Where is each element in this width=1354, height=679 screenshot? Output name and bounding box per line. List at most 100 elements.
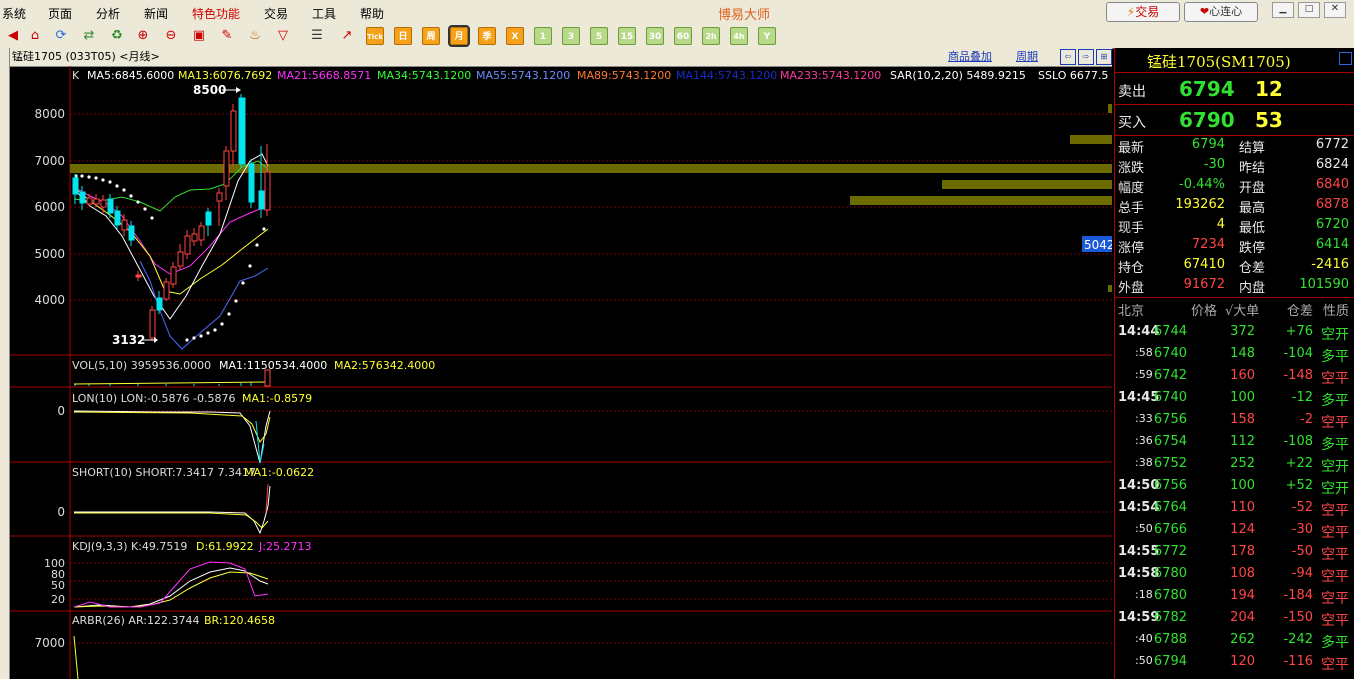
- trade-button[interactable]: ⚡交易: [1106, 2, 1180, 22]
- 4h-button[interactable]: 4h: [730, 27, 748, 45]
- day-button[interactable]: 日: [394, 27, 412, 45]
- menu-page[interactable]: 页面: [48, 5, 72, 22]
- arbr-label: ARBR(26) AR:122.3744: [72, 614, 199, 627]
- price-panel-label: K: [72, 69, 80, 82]
- stat-label: 涨停: [1118, 241, 1145, 256]
- overlay-link[interactable]: 商品叠加: [948, 48, 992, 66]
- menu-tools[interactable]: 工具: [312, 5, 336, 22]
- stat-label: 内盘: [1239, 281, 1266, 296]
- 5min-button[interactable]: 5: [590, 27, 608, 45]
- buy-volume: 53: [1255, 108, 1283, 132]
- season-button[interactable]: 季: [478, 27, 496, 45]
- menu-bar: 系统 页面 分析 新闻 特色功能 交易 工具 帮助 博易大师 ⚡交易 ❤心连心 …: [0, 0, 1354, 25]
- filter-icon[interactable]: ▽: [274, 27, 292, 45]
- tick-vol: 160: [1230, 368, 1255, 383]
- 3min-button[interactable]: 3: [562, 27, 580, 45]
- minimize-button[interactable]: ▁: [1272, 2, 1294, 18]
- tick-vol: 252: [1230, 456, 1255, 471]
- cycle-icon[interactable]: ♻: [108, 27, 126, 45]
- tick-row: 14:44 6744 372 +76 空开: [1115, 321, 1354, 343]
- sar-label: SAR(10,2,20) 5489.9215: [890, 69, 1026, 82]
- tick-button[interactable]: Tick: [366, 27, 384, 45]
- tick-nature: 空开: [1321, 327, 1349, 343]
- tick-vol: 372: [1230, 324, 1255, 339]
- close-button[interactable]: ✕: [1324, 2, 1346, 18]
- layout-icon[interactable]: ⊞: [1096, 49, 1112, 65]
- week-button[interactable]: 周: [422, 27, 440, 45]
- scroll-right-icon[interactable]: ⇨: [1078, 49, 1094, 65]
- period-link[interactable]: 周期: [1016, 48, 1038, 66]
- left-side-tabs[interactable]: [0, 48, 10, 679]
- tick-row: :50 6766 124 -30 空平: [1115, 519, 1354, 541]
- ma13-label: MA13:6076.7692: [178, 69, 272, 82]
- lon-label: LON(10) LON:-0.5876 -0.5876: [72, 392, 235, 405]
- stat-value: 7234: [1191, 237, 1225, 252]
- back-icon[interactable]: ◀: [4, 27, 22, 45]
- refresh-icon[interactable]: ⟳: [52, 27, 70, 45]
- tick-price: 6788: [1153, 632, 1187, 647]
- price-tick-4000: 4000: [34, 293, 65, 307]
- tick-diff: -150: [1283, 610, 1313, 625]
- price-tick-5000: 5000: [34, 247, 65, 261]
- tick-diff: -52: [1291, 500, 1313, 515]
- menu-trade[interactable]: 交易: [264, 5, 288, 22]
- tick-price: 6756: [1153, 412, 1187, 427]
- tick-diff: -104: [1283, 346, 1313, 361]
- stat-label: 昨结: [1239, 161, 1266, 176]
- ticks-header-volume: √大单: [1225, 304, 1260, 319]
- stat-value: 101590: [1299, 277, 1349, 292]
- menu-system[interactable]: 系统: [2, 5, 26, 22]
- chart-icon[interactable]: ↗: [338, 27, 356, 45]
- arbr-br-label: BR:120.4658: [204, 614, 275, 627]
- zoom-out-icon[interactable]: ⊖: [162, 27, 180, 45]
- chart-area[interactable]: 锰硅1705 (033T05) <月线> 商品叠加 周期 ⇦ ⇨ ⊞ 8000 …: [10, 48, 1112, 679]
- home-icon[interactable]: ⌂: [26, 27, 44, 45]
- ma5-label: MA5:6845.6000: [87, 69, 174, 82]
- month-button[interactable]: 月: [448, 25, 470, 47]
- ma34-label: MA34:5743.1200: [377, 69, 471, 82]
- scroll-left-icon[interactable]: ⇦: [1060, 49, 1076, 65]
- menu-analysis[interactable]: 分析: [96, 5, 120, 22]
- 1min-button[interactable]: 1: [534, 27, 552, 45]
- tick-diff: -116: [1283, 654, 1313, 669]
- 15min-button[interactable]: 15: [618, 27, 636, 45]
- quote-expand-icon[interactable]: [1339, 52, 1352, 65]
- tick-vol: 178: [1230, 544, 1255, 559]
- stat-value: 6720: [1315, 217, 1349, 232]
- year-button[interactable]: Y: [758, 27, 776, 45]
- tick-vol: 204: [1230, 610, 1255, 625]
- tick-price: 6794: [1153, 654, 1187, 669]
- tick-price: 6780: [1153, 588, 1187, 603]
- tick-row: 14:45 6740 100 -12 多平: [1115, 387, 1354, 409]
- sync-icon[interactable]: ⇄: [80, 27, 98, 45]
- zoom-in-icon[interactable]: ⊕: [134, 27, 152, 45]
- window-icon[interactable]: ▣: [190, 27, 208, 45]
- 60min-button[interactable]: 60: [674, 27, 692, 45]
- menu-features[interactable]: 特色功能: [192, 5, 240, 22]
- vol-ma2-label: MA2:576342.4000: [334, 359, 435, 372]
- ma55-label: MA55:5743.1200: [476, 69, 570, 82]
- x-button[interactable]: X: [506, 27, 524, 45]
- tick-diff: +22: [1285, 456, 1313, 471]
- quote-panel: 锰硅1705(SM1705) 卖出 6794 12 买入 6790 53 最新 6…: [1114, 48, 1354, 679]
- kdj-j-label: J:25.2713: [258, 540, 311, 553]
- menu-help[interactable]: 帮助: [360, 5, 384, 22]
- 2h-button[interactable]: 2h: [702, 27, 720, 45]
- stat-value: 6824: [1315, 157, 1349, 172]
- price-tag-label: 5042: [1084, 238, 1112, 252]
- kdj-tick-50: 50: [51, 579, 65, 592]
- tick-time: :40: [1135, 632, 1153, 645]
- tick-diff: -108: [1283, 434, 1313, 449]
- lightning-icon: ⚡: [1126, 5, 1136, 19]
- stat-value: 6772: [1315, 137, 1349, 152]
- pen-icon[interactable]: ✎: [218, 27, 236, 45]
- list-icon[interactable]: ☰: [308, 27, 326, 45]
- menu-news[interactable]: 新闻: [144, 5, 168, 22]
- tick-time: :58: [1135, 346, 1153, 359]
- tick-row: 14:59 6782 204 -150 空平: [1115, 607, 1354, 629]
- xinlianxin-button[interactable]: ❤心连心: [1184, 2, 1258, 22]
- draw-icon[interactable]: ♨: [246, 27, 264, 45]
- 30min-button[interactable]: 30: [646, 27, 664, 45]
- maximize-button[interactable]: □: [1298, 2, 1320, 18]
- buy-price: 6790: [1179, 108, 1235, 132]
